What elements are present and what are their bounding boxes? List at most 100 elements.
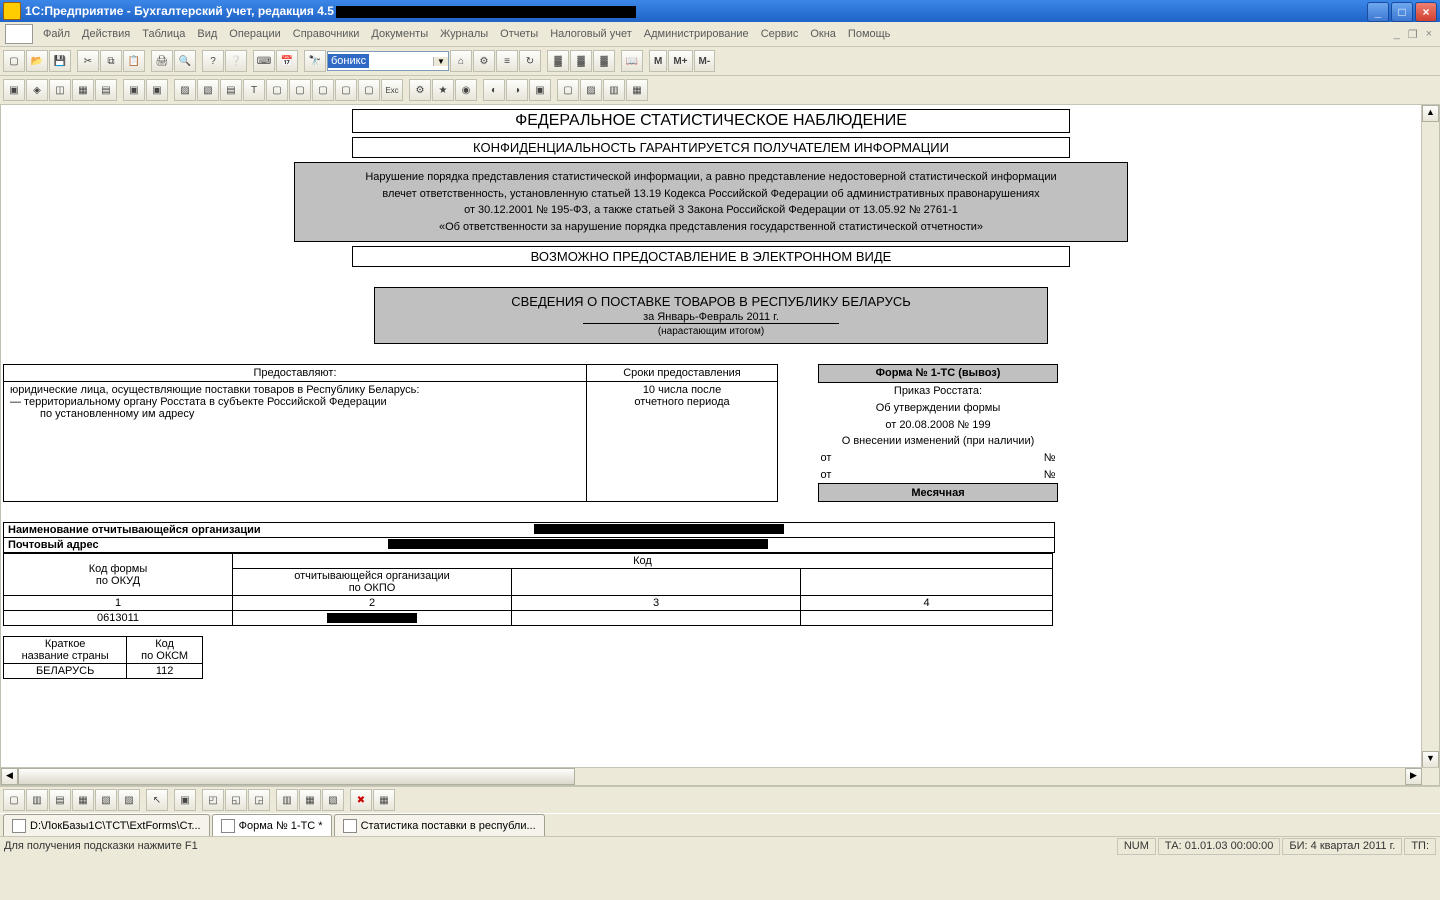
cut-icon[interactable]: ✂ bbox=[77, 50, 99, 72]
fmt-icon-1[interactable]: ▢ bbox=[3, 789, 25, 811]
fmt-icon-14[interactable]: ✖ bbox=[350, 789, 372, 811]
memory-mminus-button[interactable]: М- bbox=[694, 50, 716, 72]
tb2-icon-13[interactable]: ▢ bbox=[289, 79, 311, 101]
tb2-icon-22[interactable]: ▣ bbox=[529, 79, 551, 101]
tb2-icon-11[interactable]: T bbox=[243, 79, 265, 101]
calendar-icon[interactable]: 📅 bbox=[276, 50, 298, 72]
tb2-icon-25[interactable]: ▥ bbox=[603, 79, 625, 101]
tb2-icon-2[interactable]: ◈ bbox=[26, 79, 48, 101]
fmt-icon-11[interactable]: ▥ bbox=[276, 789, 298, 811]
menu-view[interactable]: Вид bbox=[191, 26, 223, 42]
tab-extforms[interactable]: D:\ЛокБазы1С\ТСТ\ExtForms\Ст... bbox=[3, 814, 210, 836]
tb2-icon-6[interactable]: ▣ bbox=[123, 79, 145, 101]
preview-icon[interactable]: 🔍 bbox=[174, 50, 196, 72]
refresh-icon[interactable]: ↻ bbox=[519, 50, 541, 72]
chart3-icon[interactable]: ▓ bbox=[593, 50, 615, 72]
fmt-icon-7[interactable]: ▣ bbox=[174, 789, 196, 811]
save-icon[interactable]: 💾 bbox=[49, 50, 71, 72]
tb2-icon-15[interactable]: ▢ bbox=[335, 79, 357, 101]
memory-mplus-button[interactable]: М+ bbox=[668, 50, 692, 72]
menu-help[interactable]: Помощь bbox=[842, 26, 897, 42]
tb2-icon-4[interactable]: ▦ bbox=[72, 79, 94, 101]
memory-m-button[interactable]: М bbox=[649, 50, 667, 72]
menu-documents[interactable]: Документы bbox=[365, 26, 434, 42]
menu-journals[interactable]: Журналы bbox=[434, 26, 494, 42]
tb2-icon-24[interactable]: ▨ bbox=[580, 79, 602, 101]
tb2-icon-9[interactable]: ▧ bbox=[197, 79, 219, 101]
book-icon[interactable]: 📖 bbox=[621, 50, 643, 72]
pointer-icon[interactable]: ↖ bbox=[146, 789, 168, 811]
tb2-icon-18[interactable]: ★ bbox=[432, 79, 454, 101]
tb2-icon-21[interactable]: ◑ bbox=[506, 79, 528, 101]
open-icon[interactable]: 📂 bbox=[26, 50, 48, 72]
fmt-icon-12[interactable]: ▦ bbox=[299, 789, 321, 811]
menu-windows[interactable]: Окна bbox=[804, 26, 842, 42]
vertical-scrollbar[interactable]: ▲ ▼ bbox=[1421, 105, 1439, 768]
tree-icon[interactable]: ⚙ bbox=[473, 50, 495, 72]
tb2-icon-1[interactable]: ▣ bbox=[3, 79, 25, 101]
menu-reports[interactable]: Отчеты bbox=[494, 26, 544, 42]
home-icon[interactable]: ⌂ bbox=[450, 50, 472, 72]
print-icon[interactable]: 🖨 bbox=[151, 50, 173, 72]
fmt-icon-3[interactable]: ▤ bbox=[49, 789, 71, 811]
search-input[interactable]: боникс ▼ bbox=[327, 51, 449, 71]
menu-service[interactable]: Сервис bbox=[755, 26, 805, 42]
tb2-icon-10[interactable]: ▤ bbox=[220, 79, 242, 101]
fmt-icon-10[interactable]: ◲ bbox=[248, 789, 270, 811]
tb2-icon-5[interactable]: ▤ bbox=[95, 79, 117, 101]
horizontal-scrollbar[interactable]: ◀ ▶ bbox=[1, 767, 1439, 785]
fmt-icon-5[interactable]: ▧ bbox=[95, 789, 117, 811]
search-dropdown-icon[interactable]: ▼ bbox=[433, 57, 448, 66]
menu-catalogs[interactable]: Справочники bbox=[287, 26, 366, 42]
menu-admin[interactable]: Администрирование bbox=[638, 26, 755, 42]
menu-file[interactable]: Файл bbox=[37, 26, 76, 42]
tb2-icon-26[interactable]: ▦ bbox=[626, 79, 648, 101]
scroll-thumb[interactable] bbox=[18, 768, 575, 785]
copy-icon[interactable]: ⧉ bbox=[100, 50, 122, 72]
calc-icon[interactable]: ⌨ bbox=[253, 50, 275, 72]
tb2-icon-14[interactable]: ▢ bbox=[312, 79, 334, 101]
maximize-button[interactable]: □ bbox=[1391, 2, 1413, 22]
scroll-right-icon[interactable]: ▶ bbox=[1405, 768, 1422, 785]
tb2-icon-exc[interactable]: Exc bbox=[381, 79, 403, 101]
fmt-icon-13[interactable]: ▧ bbox=[322, 789, 344, 811]
fmt-icon-8[interactable]: ◰ bbox=[202, 789, 224, 811]
fmt-icon-9[interactable]: ◱ bbox=[225, 789, 247, 811]
menu-tax[interactable]: Налоговый учет bbox=[544, 26, 638, 42]
tb2-icon-7[interactable]: ▣ bbox=[146, 79, 168, 101]
tb2-icon-19[interactable]: ◉ bbox=[455, 79, 477, 101]
tb2-icon-3[interactable]: ◫ bbox=[49, 79, 71, 101]
fmt-icon-6[interactable]: ▨ bbox=[118, 789, 140, 811]
tab-form1ts[interactable]: Форма № 1-ТС * bbox=[212, 814, 332, 836]
menu-table[interactable]: Таблица bbox=[136, 26, 191, 42]
scroll-down-icon[interactable]: ▼ bbox=[1422, 751, 1439, 768]
tip-icon[interactable]: ❔ bbox=[225, 50, 247, 72]
tb2-icon-16[interactable]: ▢ bbox=[358, 79, 380, 101]
fmt-icon-2[interactable]: ▥ bbox=[26, 789, 48, 811]
close-button[interactable]: × bbox=[1415, 2, 1437, 22]
scroll-up-icon[interactable]: ▲ bbox=[1422, 105, 1439, 122]
chart-icon[interactable]: ▓ bbox=[547, 50, 569, 72]
menu-actions[interactable]: Действия bbox=[76, 26, 136, 42]
tb2-icon-17[interactable]: ⚙ bbox=[409, 79, 431, 101]
tb2-icon-20[interactable]: ◐ bbox=[483, 79, 505, 101]
tb2-icon-12[interactable]: ▢ bbox=[266, 79, 288, 101]
chart2-icon[interactable]: ▓ bbox=[570, 50, 592, 72]
mdi-minimize[interactable]: _ bbox=[1391, 28, 1403, 41]
list-icon[interactable]: ≡ bbox=[496, 50, 518, 72]
tb2-icon-8[interactable]: ▨ bbox=[174, 79, 196, 101]
new-icon[interactable]: ▢ bbox=[3, 50, 25, 72]
mdi-restore[interactable]: ❐ bbox=[1405, 28, 1421, 41]
binoculars-icon[interactable]: 🔭 bbox=[304, 50, 326, 72]
menu-operations[interactable]: Операции bbox=[223, 26, 286, 42]
minimize-button[interactable]: _ bbox=[1367, 2, 1389, 22]
scroll-left-icon[interactable]: ◀ bbox=[1, 768, 18, 785]
tab-stat[interactable]: Статистика поставки в республи... bbox=[334, 814, 545, 836]
doc-icon bbox=[221, 819, 235, 833]
fmt-icon-15[interactable]: ▦ bbox=[373, 789, 395, 811]
mdi-close[interactable]: × bbox=[1423, 28, 1435, 41]
help-icon[interactable]: ? bbox=[202, 50, 224, 72]
tb2-icon-23[interactable]: ▢ bbox=[557, 79, 579, 101]
paste-icon[interactable]: 📋 bbox=[123, 50, 145, 72]
fmt-icon-4[interactable]: ▦ bbox=[72, 789, 94, 811]
